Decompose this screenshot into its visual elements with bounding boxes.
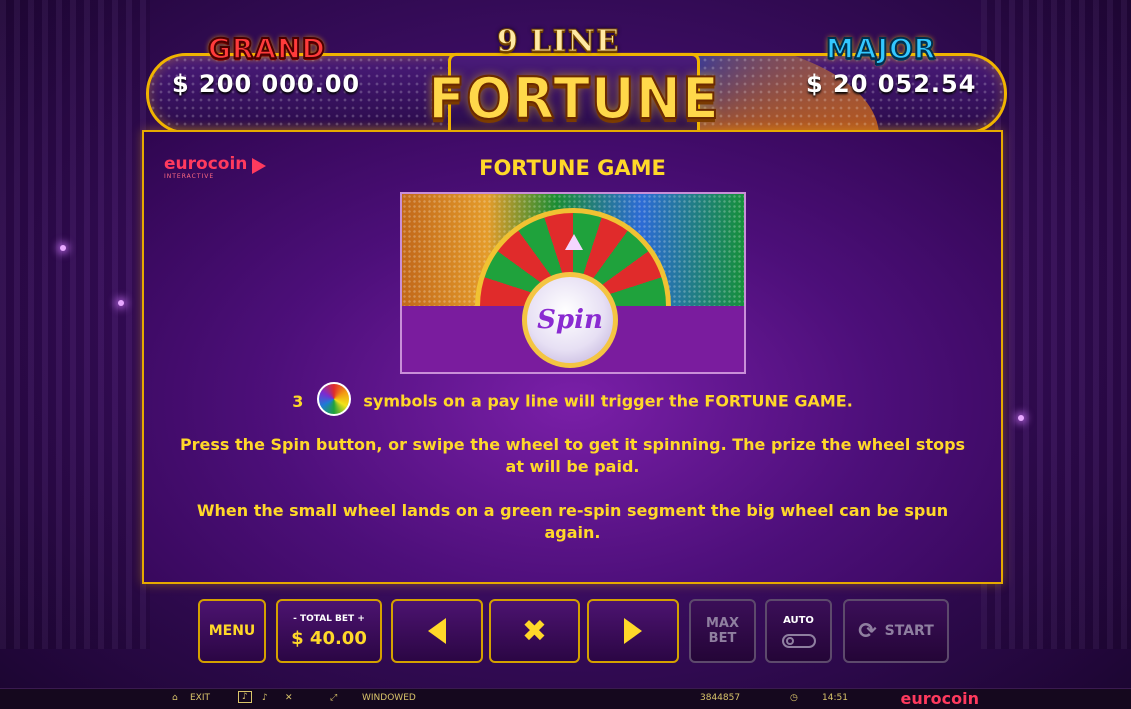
next-page-button[interactable] (587, 599, 679, 663)
home-icon[interactable]: ⌂ (172, 693, 178, 703)
previous-page-button[interactable] (391, 599, 483, 663)
status-bar: ⌂ EXIT ♪ ♪ ✕ ⤢ WINDOWED 3844857 ◷ 14:51 … (0, 688, 1131, 709)
sound-medium-icon[interactable]: ♪ (262, 693, 268, 703)
sparkle (1018, 415, 1024, 421)
footer-brand-logo: eurocoin (900, 689, 979, 708)
session-id: 3844857 (700, 693, 741, 703)
wheel-pointer-icon (565, 234, 583, 250)
page-title: FORTUNE GAME (479, 156, 666, 180)
major-jackpot-value: $ 20 052.54 (806, 70, 977, 98)
autoplay-button[interactable]: AUTO (765, 599, 832, 663)
total-bet-label: - TOTAL BET + (293, 613, 365, 624)
start-button[interactable]: ⟳ START (843, 599, 949, 663)
close-paytable-button[interactable]: ✖ (489, 599, 580, 663)
sound-high-icon[interactable]: ♪ (238, 691, 252, 703)
trigger-text: symbols on a pay line will trigger the F… (363, 391, 853, 411)
windowed-toggle[interactable]: WINDOWED (362, 693, 416, 703)
symbol-count: 3 (292, 391, 304, 411)
trigger-description: 3 symbols on a pay line will trigger the … (144, 382, 1001, 416)
toggle-icon (781, 633, 816, 648)
max-bet-button[interactable]: MAX BET (689, 599, 756, 663)
curtain-left (0, 0, 150, 649)
spin-instructions: Press the Spin button, or swipe the whee… (179, 435, 966, 476)
menu-button[interactable]: MENU (198, 599, 266, 663)
total-bet-control[interactable]: - TOTAL BET + $ 40.00 (276, 599, 382, 663)
clock-time: 14:51 (822, 693, 848, 703)
wheel-symbol-icon (317, 382, 352, 416)
clock-icon: ◷ (790, 693, 798, 703)
autoplay-label: AUTO (783, 614, 814, 626)
start-label: START (884, 623, 934, 639)
paytable-panel: eurocoin INTERACTIVE FORTUNE GAME Spin 3… (142, 130, 1003, 584)
sparkle (60, 245, 66, 251)
fullscreen-icon[interactable]: ⤢ (330, 693, 337, 703)
spin-button-illustration: Spin (522, 272, 618, 368)
fortune-game-preview: Spin (400, 192, 746, 374)
total-bet-value: $ 40.00 (291, 627, 367, 649)
arrow-right-icon (624, 618, 642, 644)
arrow-left-icon (428, 618, 446, 644)
grand-jackpot-value: $ 200 000.00 (172, 70, 361, 98)
sparkle (118, 300, 124, 306)
game-logo-subtitle: 9 LINE (497, 24, 620, 60)
grand-jackpot-label: GRAND (207, 31, 326, 66)
sound-mute-icon[interactable]: ✕ (285, 693, 293, 703)
refresh-icon: ⟳ (858, 618, 877, 644)
respin-instructions: When the small wheel lands on a green re… (196, 501, 949, 542)
close-icon: ✖ (521, 613, 548, 649)
exit-link[interactable]: EXIT (190, 693, 210, 703)
major-jackpot-label: MAJOR (825, 31, 937, 66)
